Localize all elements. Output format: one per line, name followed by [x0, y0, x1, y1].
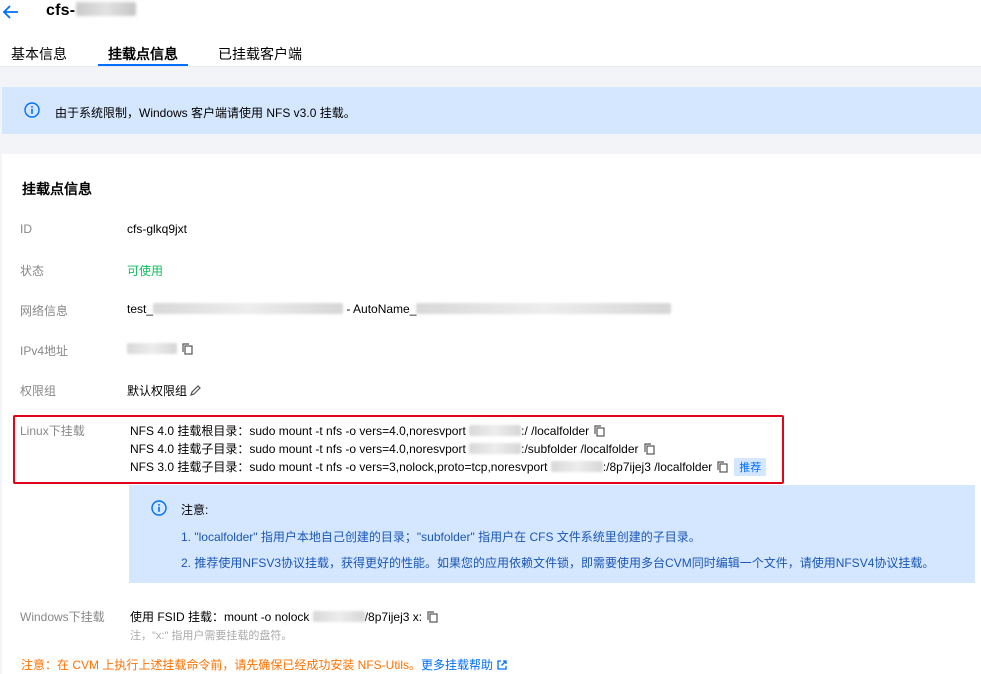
- ipv4-label: IPv4地址: [20, 344, 69, 358]
- page-title: cfs-: [46, 2, 137, 20]
- windows-cmd-suffix: /8p7ijej3 x:: [364, 610, 423, 624]
- windows-mount-line: 使用 FSID 挂载：mount -o nolock /8p7ijej3 x:: [130, 608, 438, 626]
- redacted-ip: [127, 343, 177, 354]
- mount-cmd-prefix: NFS 4.0 挂载子目录：sudo mount -t nfs -o vers=…: [130, 442, 470, 456]
- redacted-id: [76, 2, 137, 16]
- redacted-vpc: [153, 303, 344, 314]
- linux-mount-line-1: NFS 4.0 挂载根目录：sudo mount -t nfs -o vers=…: [130, 422, 605, 440]
- redacted-subnet: [416, 303, 672, 314]
- copy-icon[interactable]: [182, 343, 193, 358]
- redacted-ip: [469, 443, 522, 454]
- permission-group-text: 默认权限组: [127, 384, 188, 398]
- copy-icon[interactable]: [717, 461, 728, 476]
- page-title-text: cfs-: [46, 2, 76, 19]
- mount-cmd-prefix: NFS 4.0 挂载根目录：sudo mount -t nfs -o vers=…: [130, 424, 470, 438]
- windows-mount-label: Windows下挂载: [20, 610, 105, 624]
- status-label: 状态: [20, 264, 45, 278]
- network-middle: - AutoName_: [343, 302, 417, 316]
- network-value: test_ - AutoName_: [127, 302, 672, 316]
- copy-icon[interactable]: [427, 611, 438, 626]
- tip-line-2: 2. 推荐使用NFSV3协议挂载，获得更好的性能。如果您的应用依赖文件锁，即需要…: [181, 556, 935, 570]
- top-bar: cfs- 基本信息 挂载点信息 已挂载客户端: [0, 0, 981, 66]
- more-help-link[interactable]: 更多挂载帮助: [421, 658, 507, 672]
- warning-message: 注意：在 CVM 上执行上述挂载命令前，请先确保已经成功安装 NFS-Utils…: [21, 658, 421, 672]
- tip-line-1: 1. "localfolder" 指用户本地自己创建的目录；"subfolder…: [181, 530, 701, 544]
- redacted-ip: [469, 425, 522, 436]
- redacted-ip: [550, 461, 603, 472]
- divider: [0, 66, 981, 67]
- mount-cmd-suffix: :/subfolder /localfolder: [521, 442, 639, 456]
- network-prefix: test_: [127, 302, 154, 316]
- windows-note: 注，"x:" 指用户需要挂载的盘符。: [130, 630, 293, 642]
- mount-cmd-prefix: NFS 3.0 挂载子目录：sudo mount -t nfs -o vers=…: [130, 460, 551, 474]
- permission-group-value: 默认权限组: [127, 382, 201, 399]
- copy-icon[interactable]: [643, 443, 655, 458]
- tip-heading: 注意:: [181, 503, 209, 517]
- edit-icon[interactable]: [190, 385, 201, 399]
- recommend-badge: 推荐: [734, 458, 767, 476]
- status-value: 可使用: [127, 264, 164, 278]
- id-label: ID: [20, 222, 32, 236]
- notice-banner: 由于系统限制，Windows 客户端请使用 NFS v3.0 挂载。: [2, 87, 981, 134]
- id-value: cfs-glkq9jxt: [127, 222, 188, 236]
- section-title: 挂载点信息: [22, 181, 92, 197]
- external-link-icon: [497, 659, 507, 673]
- mount-cmd-suffix: :/ /localfolder: [521, 424, 590, 438]
- permission-group-label: 权限组: [20, 384, 57, 398]
- copy-icon[interactable]: [594, 425, 605, 440]
- ipv4-value: [127, 342, 193, 358]
- network-label: 网络信息: [20, 304, 69, 318]
- linux-mount-line-2: NFS 4.0 挂载子目录：sudo mount -t nfs -o vers=…: [130, 440, 655, 458]
- tip-box: 注意: 1. "localfolder" 指用户本地自己创建的目录；"subfo…: [129, 485, 975, 583]
- mount-cmd-suffix: :/8p7ijej3 /localfolder: [602, 460, 713, 474]
- notice-text: 由于系统限制，Windows 客户端请使用 NFS v3.0 挂载。: [55, 106, 356, 120]
- back-arrow-icon[interactable]: [2, 3, 20, 21]
- linux-mount-line-3: NFS 3.0 挂载子目录：sudo mount -t nfs -o vers=…: [130, 458, 767, 476]
- info-icon: [151, 500, 167, 519]
- warning-text: 注意：在 CVM 上执行上述挂载命令前，请先确保已经成功安装 NFS-Utils…: [21, 656, 507, 673]
- windows-cmd-prefix: 使用 FSID 挂载：mount -o nolock: [130, 610, 313, 624]
- redacted-ip: [312, 611, 365, 622]
- info-icon: [24, 102, 40, 121]
- more-help-label: 更多挂载帮助: [421, 658, 494, 672]
